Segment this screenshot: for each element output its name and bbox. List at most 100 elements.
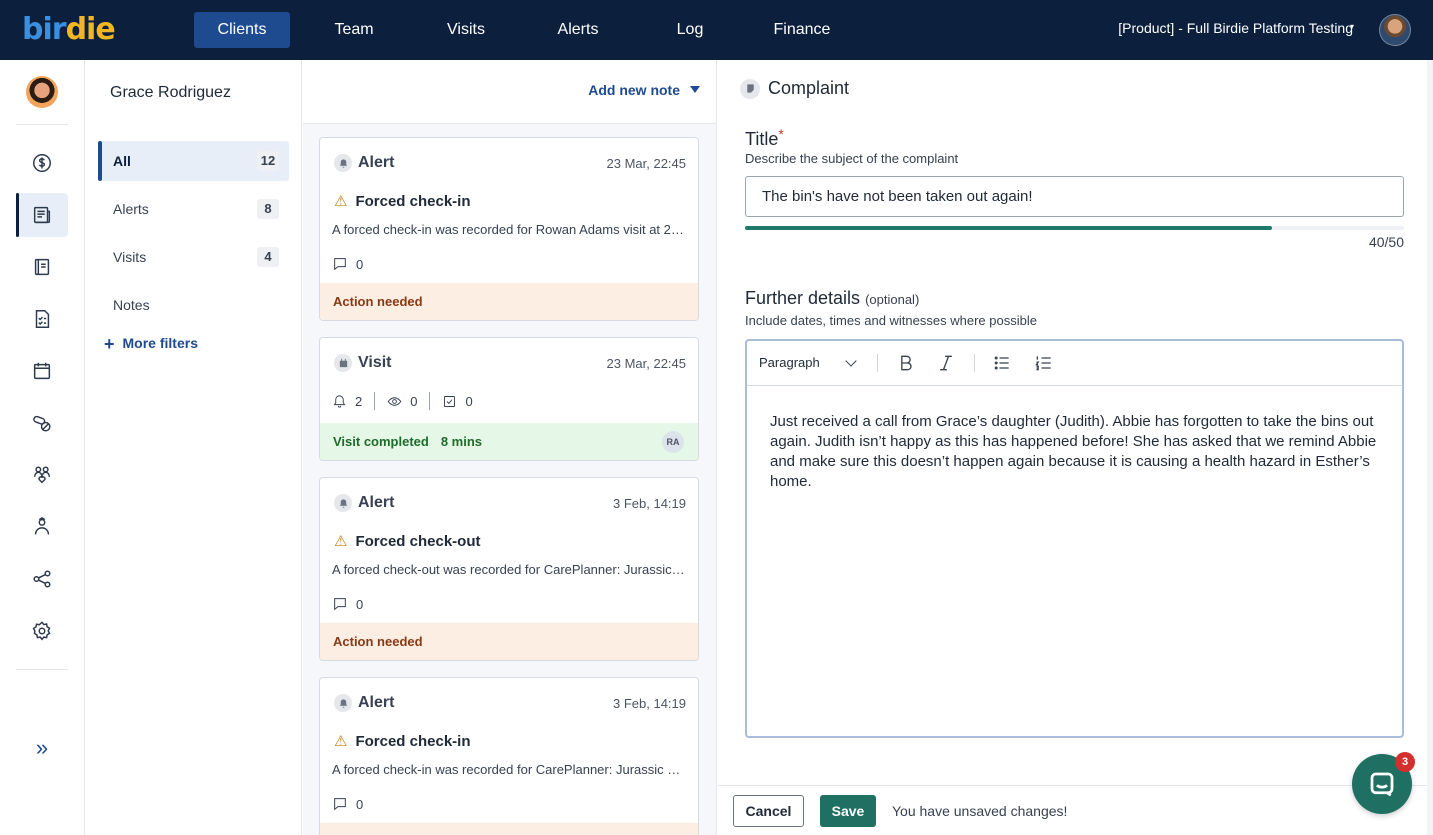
card-status-footer: Action needed xyxy=(320,283,698,320)
nav-team[interactable]: Team xyxy=(314,12,394,48)
nav-finance[interactable]: Finance xyxy=(762,12,842,48)
chevron-down-icon[interactable] xyxy=(845,355,857,367)
rail-divider xyxy=(16,124,68,125)
nav-visits[interactable]: Visits xyxy=(426,12,506,48)
feed-card-visit[interactable]: Visit 23 Mar, 22:45 2 0 0 Visit complete… xyxy=(319,337,699,461)
care-plan-icon[interactable] xyxy=(16,245,68,289)
feed-card-alert[interactable]: Alert 3 Feb, 14:19 ⚠ Forced check-in A fo… xyxy=(319,677,699,835)
title-input[interactable]: The bin's have not been taken out again! xyxy=(745,176,1404,217)
card-type: Visit xyxy=(334,354,392,372)
card-description: A forced check-in was recorded for CareP… xyxy=(332,762,688,777)
scrollbar[interactable] xyxy=(1427,60,1433,835)
card-status-footer: Action needed xyxy=(320,623,698,660)
paragraph-style-select[interactable]: Paragraph xyxy=(759,355,820,370)
carer-icon[interactable] xyxy=(16,505,68,549)
comment-icon xyxy=(334,798,346,811)
chat-unread-badge: 3 xyxy=(1395,752,1415,772)
card-type: Alert xyxy=(334,694,394,712)
bell-icon xyxy=(334,154,352,172)
details-label: Further details (optional) xyxy=(745,288,920,308)
editor-content[interactable]: Just received a call from Grace’s daught… xyxy=(770,412,1390,492)
editor-toolbar: Paragraph xyxy=(747,341,1402,386)
filter-label: Visits xyxy=(113,249,147,265)
calendar-icon[interactable] xyxy=(16,349,68,393)
bullet-list-button[interactable] xyxy=(989,351,1015,375)
more-filters-link[interactable]: + More filters xyxy=(104,334,198,355)
more-filters-label: More filters xyxy=(122,335,198,351)
details-hint: Include dates, times and witnesses where… xyxy=(745,313,1037,328)
checklist-icon[interactable] xyxy=(16,297,68,341)
title-label: Title* xyxy=(745,126,784,149)
eye-icon xyxy=(387,396,402,406)
settings-icon[interactable] xyxy=(16,609,68,653)
visit-tasks-count: 0 xyxy=(442,392,484,410)
client-avatar[interactable] xyxy=(26,76,58,108)
filter-count: 12 xyxy=(257,151,279,171)
carer-initials-avatar: RA xyxy=(662,431,684,453)
top-navigation: birdie Clients Team Visits Alerts Log Fi… xyxy=(0,0,1433,60)
feed-header: Add new note xyxy=(303,60,716,124)
bold-button[interactable] xyxy=(893,351,919,375)
card-description: A forced check-out was recorded for Care… xyxy=(332,562,688,577)
client-name: Grace Rodriguez xyxy=(110,84,231,101)
save-button[interactable]: Save xyxy=(820,795,876,827)
card-date: 3 Feb, 14:19 xyxy=(613,496,686,511)
warning-icon: ⚠ xyxy=(334,733,348,750)
character-counter: 40/50 xyxy=(1368,234,1404,250)
card-comments: 0 xyxy=(332,256,363,272)
feed-card-alert[interactable]: Alert 3 Feb, 14:19 ⚠ Forced check-out A f… xyxy=(319,477,699,661)
medication-icon[interactable] xyxy=(16,401,68,445)
filter-label: Alerts xyxy=(113,201,149,217)
share-icon[interactable] xyxy=(16,557,68,601)
card-date: 23 Mar, 22:45 xyxy=(606,156,687,171)
comment-icon xyxy=(334,598,346,611)
plus-icon: + xyxy=(104,334,115,354)
warning-icon: ⚠ xyxy=(334,533,348,550)
tenant-selector[interactable]: [Product] - Full Birdie Platform Testing xyxy=(1118,20,1353,36)
visit-views-count: 0 xyxy=(387,392,431,410)
bell-icon xyxy=(334,494,352,512)
chevron-down-icon[interactable] xyxy=(690,86,700,93)
card-description: A forced check-in was recorded for Rowan… xyxy=(332,222,688,237)
filter-alerts[interactable]: Alerts 8 xyxy=(98,189,289,229)
filter-label: Notes xyxy=(113,297,150,313)
activity-feed: Add new note Alert 23 Mar, 22:45 ⚠ Forced… xyxy=(303,60,717,835)
nav-log[interactable]: Log xyxy=(650,12,730,48)
birdie-logo[interactable]: birdie xyxy=(22,10,116,50)
card-comments: 0 xyxy=(332,596,363,612)
note-icon xyxy=(740,78,760,99)
optional-marker: (optional) xyxy=(865,292,920,307)
cancel-button[interactable]: Cancel xyxy=(733,795,804,827)
user-avatar[interactable] xyxy=(1379,14,1411,46)
filter-label: All xyxy=(113,153,131,169)
bell-icon xyxy=(333,394,346,408)
notes-icon[interactable] xyxy=(16,193,68,237)
filter-all[interactable]: All 12 xyxy=(98,141,289,181)
family-icon[interactable] xyxy=(16,453,68,497)
add-new-note-button[interactable]: Add new note xyxy=(588,82,680,98)
form-footer: Cancel Save You have unsaved changes! xyxy=(718,785,1433,835)
filter-count: 4 xyxy=(257,247,279,267)
card-title: ⚠ Forced check-out xyxy=(334,532,481,551)
expand-rail-icon[interactable]: » xyxy=(16,726,68,770)
complaint-form: Complaint Title* Describe the subject of… xyxy=(718,60,1433,835)
tenant-caret-icon[interactable]: ▾ xyxy=(1350,22,1354,31)
filter-visits[interactable]: Visits 4 xyxy=(98,237,289,277)
card-comments: 0 xyxy=(332,796,363,812)
feed-card-alert[interactable]: Alert 23 Mar, 22:45 ⚠ Forced check-in A f… xyxy=(319,137,699,321)
card-type: Alert xyxy=(334,494,394,512)
card-title: ⚠ Forced check-in xyxy=(334,732,471,751)
finance-icon[interactable] xyxy=(16,141,68,185)
nav-clients[interactable]: Clients xyxy=(194,12,290,48)
rich-text-editor[interactable]: Paragraph Just received a call from Grac… xyxy=(745,339,1404,738)
numbered-list-button[interactable] xyxy=(1031,351,1057,375)
filter-panel: Grace Rodriguez All 12 Alerts 8 Visits 4… xyxy=(86,60,302,835)
italic-button[interactable] xyxy=(933,351,959,375)
bell-icon xyxy=(334,694,352,712)
card-type: Alert xyxy=(334,154,394,172)
filter-notes[interactable]: Notes xyxy=(98,285,289,325)
unsaved-changes-message: You have unsaved changes! xyxy=(892,803,1068,819)
nav-alerts[interactable]: Alerts xyxy=(538,12,618,48)
toolbar-divider xyxy=(974,354,975,372)
card-title: ⚠ Forced check-in xyxy=(334,192,471,211)
